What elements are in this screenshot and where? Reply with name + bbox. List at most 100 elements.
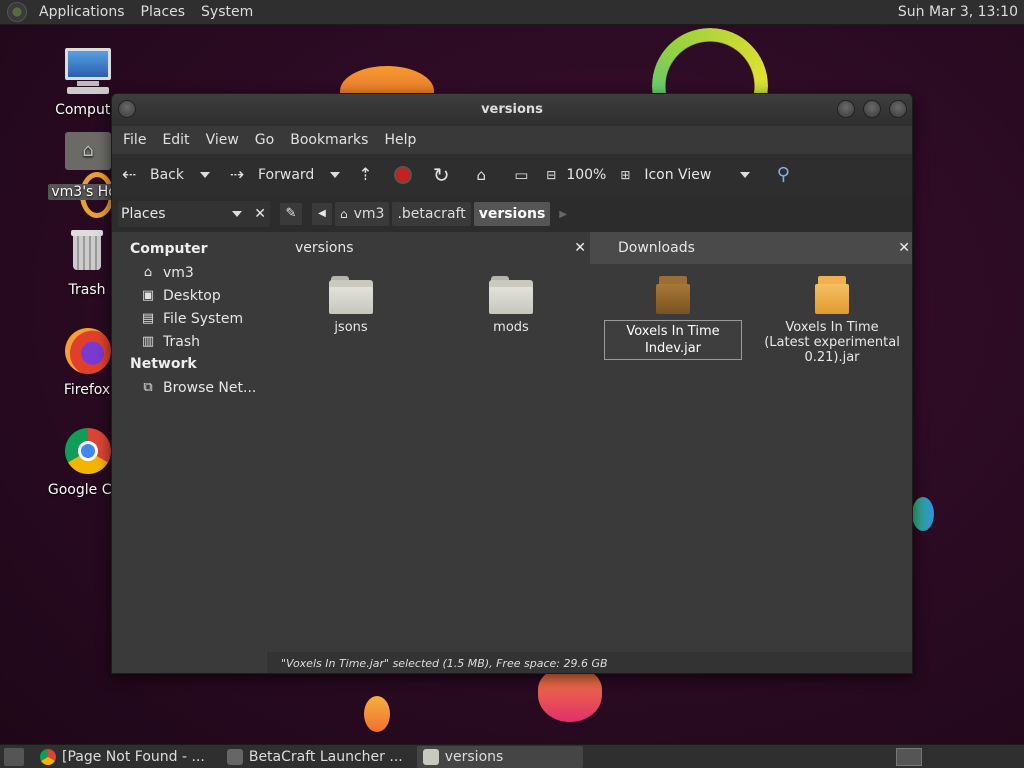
system-menu[interactable]: System — [193, 4, 261, 20]
menu-help[interactable]: Help — [376, 132, 424, 148]
wallpaper-blob — [912, 497, 934, 531]
trash-icon — [61, 226, 113, 278]
firefox-icon — [61, 326, 113, 378]
top-panel: Applications Places System Sun Mar 3, 13… — [0, 0, 1024, 25]
window-titlebar[interactable]: versions — [112, 94, 912, 126]
chrome-icon — [40, 748, 56, 765]
folder-icon — [329, 276, 373, 314]
home-icon[interactable]: ⌂ — [470, 164, 492, 186]
desktop-icon-label: Firefox — [63, 382, 111, 398]
workspace-switcher[interactable] — [896, 748, 922, 766]
wallpaper-blob — [538, 668, 602, 722]
close-button[interactable] — [889, 100, 907, 118]
close-tab-icon[interactable]: ✕ — [574, 240, 586, 256]
breadcrumb: ⌂ vm3 .betacraft versions — [335, 202, 553, 226]
zoom-level: 100% — [566, 167, 607, 183]
jar-package-icon — [815, 276, 849, 314]
sidebar-item-trash[interactable]: ▥ Trash — [112, 330, 266, 353]
minimize-button[interactable] — [837, 100, 855, 118]
menubar: File Edit View Go Bookmarks Help — [112, 126, 912, 154]
status-bar: "Voxels In Time.jar" selected (1.5 MB), … — [267, 652, 912, 673]
toolbar: ⇠ Back ⇢ Forward ⇡ ↻ ⌂ ▭ ⊟ 100% ⊞ Icon V… — [112, 154, 912, 196]
jar-package-icon — [656, 276, 690, 314]
task-chrome[interactable]: [Page Not Found - ... — [34, 746, 211, 768]
pane-downloads[interactable]: Voxels In Time Indev.jar Voxels In Time … — [590, 264, 912, 652]
zoom-out-icon[interactable]: ⊟ — [540, 164, 562, 186]
file-item-mods[interactable]: mods — [441, 276, 581, 335]
breadcrumb-right-arrow[interactable]: ▶ — [559, 209, 567, 220]
breadcrumb-versions[interactable]: versions — [473, 202, 551, 226]
network-icon: ⧉ — [143, 379, 153, 395]
maximize-button[interactable] — [863, 100, 881, 118]
sidebar-header-computer: Computer — [130, 241, 208, 257]
places-sidebar: Computer ⌂ vm3 ▣ Desktop ▤ File System ▥… — [112, 232, 266, 673]
file-item-voxels-experimental[interactable]: Voxels In Time (Latest experimental 0.21… — [762, 276, 902, 365]
chrome-icon — [61, 426, 113, 478]
up-arrow-icon[interactable]: ⇡ — [354, 164, 376, 186]
menu-edit[interactable]: Edit — [154, 132, 197, 148]
computer-icon — [61, 46, 113, 98]
desktop-icon-label: Compute — [55, 102, 119, 118]
sidebar-item-vm3[interactable]: ⌂ vm3 — [112, 261, 266, 284]
menu-bookmarks[interactable]: Bookmarks — [282, 132, 376, 148]
bottom-taskbar: [Page Not Found - ... BetaCraft Launcher… — [0, 744, 1024, 768]
sidebar-header-network: Network — [130, 356, 197, 372]
trash-icon: ▥ — [141, 333, 155, 349]
rename-field[interactable]: Voxels In Time Indev.jar — [604, 320, 742, 360]
folder-icon — [422, 748, 439, 765]
breadcrumb-betacraft[interactable]: .betacraft — [392, 202, 471, 226]
breadcrumb-vm3[interactable]: ⌂ vm3 — [335, 202, 390, 226]
pane-versions[interactable]: jsons mods — [267, 264, 590, 652]
sidebar-item-desktop[interactable]: ▣ Desktop — [112, 284, 266, 307]
show-desktop-icon[interactable] — [4, 747, 24, 766]
zoom-in-icon[interactable]: ⊞ — [614, 164, 636, 186]
desktop-icon-label: Trash — [68, 282, 106, 298]
forward-arrow-icon: ⇢ — [229, 165, 245, 185]
distro-logo-icon[interactable] — [7, 2, 27, 22]
back-button[interactable]: ⇠ Back — [118, 159, 184, 191]
window-title: versions — [481, 102, 543, 117]
tab-versions[interactable]: versions ✕ — [267, 232, 590, 264]
wallpaper-blob — [364, 696, 390, 732]
task-betacraft[interactable]: BetaCraft Launcher ... — [221, 746, 409, 768]
close-tab-icon[interactable]: ✕ — [898, 240, 910, 256]
home-icon: ⌂ — [340, 207, 348, 221]
back-arrow-icon: ⇠ — [121, 165, 137, 185]
menu-view[interactable]: View — [198, 132, 247, 148]
chevron-down-icon[interactable] — [232, 211, 243, 217]
location-bar: Places ✕ ✎ ◀ ⌂ vm3 .betacraft versions ▶ — [112, 196, 912, 232]
menu-file[interactable]: File — [115, 132, 154, 148]
forward-label: Forward — [258, 167, 315, 183]
task-versions[interactable]: versions — [416, 745, 583, 768]
sidebar-type-select[interactable]: Places ✕ — [118, 201, 270, 227]
applications-menu[interactable]: Applications — [31, 4, 133, 20]
folder-icon — [489, 276, 533, 314]
back-history-dropdown[interactable] — [200, 172, 210, 178]
tab-downloads[interactable]: Downloads ✕ — [590, 232, 912, 264]
split-panes: versions ✕ Downloads ✕ jsons mods Voxels… — [267, 232, 912, 652]
home-folder-icon: ⌂ — [143, 264, 153, 280]
file-item-voxels-indev[interactable]: Voxels In Time Indev.jar — [603, 276, 743, 360]
menu-go[interactable]: Go — [247, 132, 282, 148]
stop-icon[interactable] — [392, 164, 414, 186]
file-item-jsons[interactable]: jsons — [281, 276, 421, 335]
sidebar-item-file-system[interactable]: ▤ File System — [112, 307, 266, 330]
java-icon — [226, 748, 243, 765]
search-icon[interactable]: ⚲ — [772, 164, 794, 186]
view-mode-select[interactable]: Icon View — [644, 167, 734, 183]
view-mode-dropdown[interactable] — [740, 172, 751, 178]
forward-button[interactable]: ⇢ Forward — [226, 159, 314, 191]
breadcrumb-left-arrow[interactable]: ◀ — [312, 203, 332, 225]
sidebar-type-label: Places — [121, 206, 166, 222]
places-menu[interactable]: Places — [133, 4, 194, 20]
drive-icon: ▤ — [141, 310, 155, 326]
forward-history-dropdown[interactable] — [330, 172, 341, 178]
reload-icon[interactable]: ↻ — [430, 164, 452, 186]
close-sidebar-icon[interactable]: ✕ — [254, 206, 266, 222]
computer-small-icon[interactable]: ▭ — [510, 164, 532, 186]
clock[interactable]: Sun Mar 3, 13:10 — [898, 0, 1018, 25]
file-manager-window: versions File Edit View Go Bookmarks Hel… — [111, 93, 913, 674]
home-folder-icon: ⌂ — [61, 128, 113, 180]
edit-location-icon[interactable]: ✎ — [280, 203, 302, 225]
sidebar-item-browse-network[interactable]: ⧉ Browse Net... — [112, 376, 266, 399]
